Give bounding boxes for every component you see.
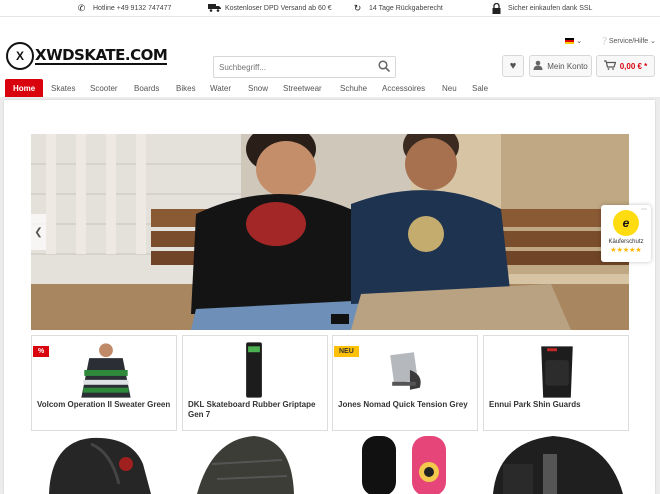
chevron-left-icon: ❮ (34, 226, 43, 238)
account-button[interactable]: Mein Konto (529, 55, 592, 77)
search-icon[interactable] (377, 60, 391, 74)
nav-item-streetwear[interactable]: Streetwear (283, 79, 322, 99)
cart-total: 0,00 € * (619, 61, 648, 71)
heart-icon: ♥ (509, 60, 517, 72)
wishlist-button[interactable]: ♥ (502, 55, 524, 77)
product-image (493, 436, 623, 494)
help-icon: ❔ (600, 38, 609, 45)
returns-info: ↻ 14 Tage Rückgaberecht (352, 0, 443, 17)
more-icon[interactable]: ⋯ (641, 206, 647, 213)
nav-item-scooter[interactable]: Scooter (90, 79, 118, 99)
logo[interactable]: X XWDSKATE.COM (6, 41, 168, 71)
product-name[interactable]: Volcom Operation II Sweater Green (37, 400, 175, 410)
product-name[interactable]: DKL Skateboard Rubber Griptape Gen 7 (188, 400, 326, 420)
search-box (213, 56, 396, 78)
nav-item-accessoires[interactable]: Accessoires (382, 79, 425, 99)
product-card[interactable] (182, 434, 328, 494)
ssl-info: Sicher einkaufen dank SSL (491, 0, 592, 17)
service-label: Service/Hilfe (608, 38, 649, 45)
product-card[interactable]: Ennui Park Shin Guards (483, 335, 629, 431)
search-input[interactable] (214, 57, 369, 78)
trusted-shops-badge[interactable]: ⋯ e Käuferschutz ★★★★★ (601, 205, 651, 262)
shipping-info: Kostenloser DPD Versand ab 60 € (208, 0, 332, 17)
cart-icon (603, 60, 617, 72)
product-card[interactable]: % Volcom Operation II Sweater Green (31, 335, 177, 431)
product-image (362, 436, 446, 494)
slider-prev-button[interactable]: ❮ (31, 214, 46, 250)
trusted-shops-logo-icon: e (613, 210, 639, 236)
banner-photo (31, 134, 629, 330)
logo-emblem-icon: X (6, 42, 34, 70)
product-name[interactable]: Jones Nomad Quick Tension Grey (338, 400, 476, 410)
shipping-text: Kostenloser DPD Versand ab 60 € (225, 5, 332, 12)
sale-badge: % (33, 346, 50, 357)
returns-text: 14 Tage Rückgaberecht (369, 5, 443, 12)
nav-item-home[interactable]: Home (5, 79, 44, 99)
product-card[interactable] (31, 434, 177, 494)
account-label: Mein Konto (547, 61, 588, 71)
service-menu[interactable]: ❔Service/Hilfe ⌄ (600, 37, 656, 45)
product-card[interactable] (332, 434, 478, 494)
top-info-bar: ✆ Hotline +49 9132 747477 Kostenloser DP… (0, 0, 660, 17)
language-selector[interactable]: ⌄ (565, 37, 582, 45)
phone-icon: ✆ (77, 3, 86, 13)
product-image (246, 342, 262, 398)
chevron-down-icon: ⌄ (576, 38, 583, 45)
nav-item-schuhe[interactable]: Schuhe (340, 79, 367, 99)
user-icon (533, 60, 543, 72)
nav-item-neu[interactable]: Neu (442, 79, 457, 99)
trusted-shops-label: Käuferschutz (608, 239, 644, 245)
nav-item-sale[interactable]: Sale (472, 79, 488, 99)
german-flag-icon (565, 38, 575, 45)
product-card[interactable]: NEU Jones Nomad Quick Tension Grey (332, 335, 478, 431)
chevron-down-icon: ⌄ (650, 38, 656, 45)
main-navigation: Home Skates Scooter Boards Bikes Water S… (0, 79, 660, 99)
rating-stars: ★★★★★ (610, 247, 642, 254)
product-card[interactable] (483, 434, 629, 494)
product-card[interactable]: DKL Skateboard Rubber Griptape Gen 7 (182, 335, 328, 431)
language-service-bar: ⌄ ❔Service/Hilfe ⌄ (565, 37, 656, 45)
logo-text: XWDSKATE.COM (35, 46, 168, 65)
hero-banner[interactable] (31, 134, 629, 330)
truck-icon (208, 3, 221, 14)
lock-icon (491, 2, 502, 14)
ssl-text: Sicher einkaufen dank SSL (508, 5, 593, 12)
product-image (541, 346, 573, 398)
product-name[interactable]: Ennui Park Shin Guards (489, 400, 627, 410)
product-image (197, 436, 294, 494)
new-badge: NEU (334, 346, 359, 357)
nav-item-boards[interactable]: Boards (134, 79, 159, 99)
cart-button[interactable]: 0,00 € * (596, 55, 655, 77)
header: ⌄ ❔Service/Hilfe ⌄ X XWDSKATE.COM ♥ Mein… (0, 17, 660, 79)
nav-item-skates[interactable]: Skates (51, 79, 75, 99)
nav-item-snow[interactable]: Snow (248, 79, 268, 99)
product-image (81, 343, 131, 398)
refresh-icon: ↻ (353, 3, 362, 13)
product-image (49, 437, 151, 494)
hotline-info: ✆ Hotline +49 9132 747477 (76, 0, 172, 17)
hotline-text: Hotline +49 9132 747477 (93, 5, 172, 12)
nav-item-water[interactable]: Water (210, 79, 231, 99)
nav-item-bikes[interactable]: Bikes (176, 79, 196, 99)
